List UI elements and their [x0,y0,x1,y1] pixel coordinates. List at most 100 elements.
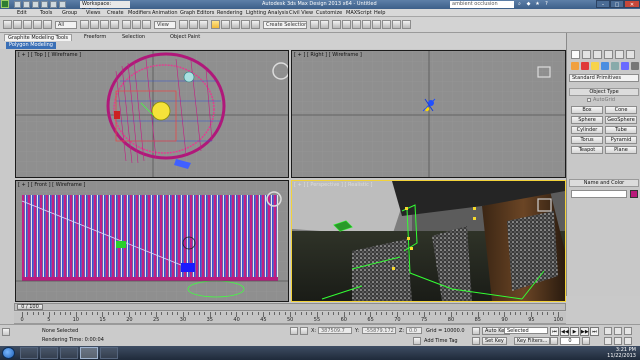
menu-create[interactable]: Create [107,9,124,17]
save-file-icon[interactable] [32,1,39,8]
redo-icon[interactable] [50,1,57,8]
tab-selection[interactable]: Selection [122,34,145,41]
modify-tab-icon[interactable] [582,50,591,59]
snaps-toggle-icon[interactable] [211,20,220,29]
maximize-button[interactable]: □ [610,0,624,8]
current-frame-field[interactable]: 0 [560,337,580,345]
key-target-dropdown[interactable]: Selected [504,327,548,334]
pan-view-icon[interactable] [614,337,622,345]
percent-snap-icon[interactable] [231,20,240,29]
communication-icon[interactable]: ★ [534,1,541,8]
field-of-view-icon[interactable] [604,337,612,345]
select-link-icon[interactable] [23,20,32,29]
hold-icon[interactable] [59,1,66,8]
material-editor-icon[interactable] [372,20,381,29]
select-by-name-icon[interactable] [90,20,99,29]
edit-named-selection-icon[interactable] [251,20,260,29]
tube-button[interactable]: Tube [605,126,637,134]
autogrid-checkbox[interactable]: AutoGrid [587,97,615,103]
motion-tab-icon[interactable] [604,50,613,59]
y-coordinate-field[interactable]: -55879.172 [362,327,396,334]
menu-views[interactable]: Views [86,9,100,17]
add-time-tag-button[interactable]: Add Time Tag [424,338,458,344]
ribbon-panel-polygon-modeling[interactable]: Polygon Modeling [6,42,56,49]
select-object-icon[interactable] [80,20,89,29]
menu-edit[interactable]: Edit [17,9,27,17]
render-production-icon[interactable] [402,20,411,29]
autogrid-checkbox-box[interactable] [587,97,591,102]
search-icon[interactable]: ⌕ [516,1,523,8]
menu-lighting-analysis[interactable]: Lighting Analysis [246,9,288,17]
tab-graphite-modeling-tools[interactable]: Graphite Modeling Tools [4,34,73,41]
menu-animation[interactable]: Animation [152,9,178,17]
ie-taskbar-icon[interactable] [20,347,38,359]
explorer-taskbar-icon[interactable] [40,347,58,359]
key-mode-toggle-icon[interactable] [550,337,558,345]
menu-help[interactable]: Help [374,9,385,17]
redo-button[interactable] [13,20,22,29]
go-to-start-button[interactable]: ⏮ [550,327,559,336]
rendered-frame-window-icon[interactable] [392,20,401,29]
viewport-perspective[interactable]: [ + ] [ Perspective ] [ Realistic ] [291,180,566,302]
angle-snap-icon[interactable] [221,20,230,29]
selection-lock-icon[interactable] [290,327,298,335]
layer-manager-icon[interactable] [332,20,341,29]
helpers-icon[interactable] [611,62,619,70]
media-player-taskbar-icon[interactable] [100,347,118,359]
named-selection-set-dropdown[interactable]: Create Selection Set [263,21,307,29]
object-color-swatch[interactable] [630,190,638,198]
pivot-center-icon[interactable] [179,20,188,29]
subscription-icon[interactable]: ◆ [525,1,532,8]
viewport-top[interactable]: [ + ] [ Top ] [ Wireframe ] [15,50,289,178]
utilities-tab-icon[interactable] [626,50,635,59]
pyramid-button[interactable]: Pyramid [605,136,637,144]
search-input[interactable]: ambient occlusion [450,1,514,8]
curve-editor-icon[interactable] [352,20,361,29]
create-tab-icon[interactable] [571,50,580,59]
z-coordinate-field[interactable]: 0.0 [406,327,422,334]
selection-filter-dropdown[interactable]: All [55,21,77,29]
menu-maxscript[interactable]: MAXScript [346,9,372,17]
schematic-view-icon[interactable] [362,20,371,29]
menu-tools[interactable]: Tools [40,9,52,17]
menu-graph-editors[interactable]: Graph Editors [180,9,214,17]
previous-frame-button[interactable]: ◀◀ [560,327,569,336]
name-and-color-rollout[interactable]: Name and Color [569,179,639,187]
select-rotate-icon[interactable] [132,20,141,29]
maximize-viewport-icon[interactable] [624,337,632,345]
select-scale-icon[interactable] [142,20,151,29]
menu-customize[interactable]: Customize [316,9,342,17]
system-tray-clock[interactable]: 3:21 PM 11/22/2013 [607,347,636,359]
open-file-icon[interactable] [23,1,30,8]
chrome-taskbar-icon[interactable] [60,347,78,359]
spinner-snap-icon[interactable] [241,20,250,29]
mirror-icon[interactable] [310,20,319,29]
cylinder-button[interactable]: Cylinder [571,126,603,134]
object-name-field[interactable] [571,190,627,198]
cameras-icon[interactable] [601,62,609,70]
select-move-icon[interactable] [122,20,131,29]
zoom-extents-icon[interactable] [624,327,632,335]
align-icon[interactable] [320,20,329,29]
set-key-button[interactable]: Set Key [482,337,507,345]
maxscript-listener-icon[interactable] [2,328,10,336]
sphere-button[interactable]: Sphere [571,116,603,124]
geosphere-button[interactable]: GeoSphere [605,116,637,124]
time-slider-thumb[interactable]: 0 / 100 [17,304,43,310]
track-bar[interactable]: 0 5 10 15 20 25 30 35 40 45 50 55 60 65 70 75 80 85 90 95 10… [14,312,566,324]
x-coordinate-field[interactable]: 387509.7 [318,327,352,334]
shapes-icon[interactable] [581,62,589,70]
viewport-front[interactable]: [ + ] [ Front ] [ Wireframe ] [15,180,289,302]
new-file-icon[interactable] [14,1,21,8]
set-key-icon[interactable] [472,337,480,345]
play-button[interactable]: ▶ [570,327,579,336]
viewport-perspective-label[interactable]: [ + ] [ Perspective ] [ Realistic ] [294,182,372,188]
help-icon[interactable]: ? [543,1,550,8]
minimize-button[interactable]: – [596,0,610,8]
select-manipulate-icon[interactable] [189,20,198,29]
display-tab-icon[interactable] [615,50,624,59]
graphite-toggle-icon[interactable] [342,20,351,29]
cone-button[interactable]: Cone [605,106,637,114]
render-setup-icon[interactable] [382,20,391,29]
tab-object-paint[interactable]: Object Paint [170,34,200,41]
